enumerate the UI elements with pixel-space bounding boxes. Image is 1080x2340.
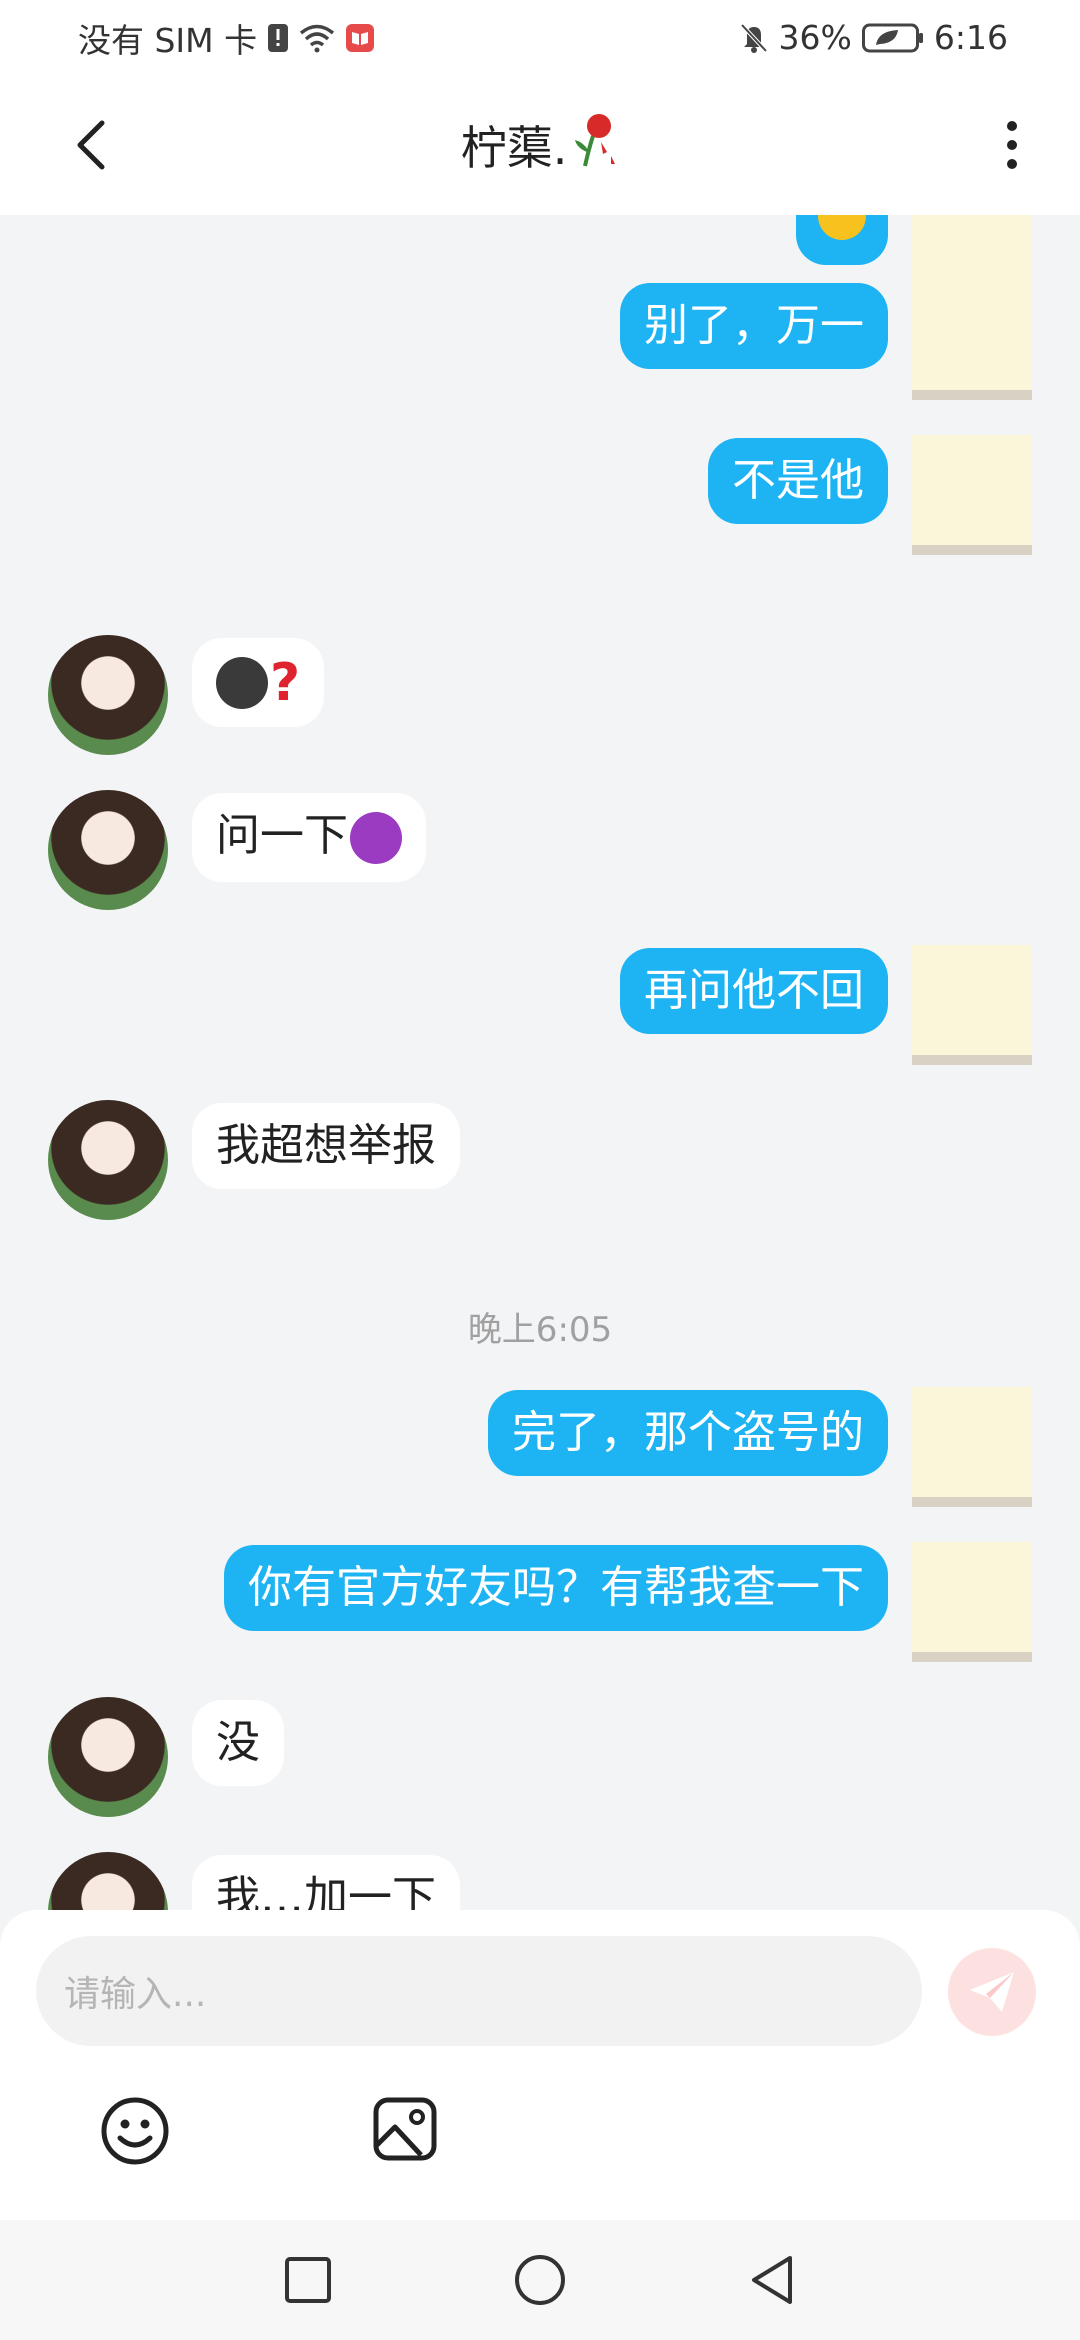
message-in: 我超想举报 [48, 1100, 460, 1220]
message-timestamp: 晚上6:05 [467, 1310, 613, 1350]
square-icon [285, 2257, 331, 2303]
image-icon [373, 2097, 437, 2161]
my-avatar[interactable] [912, 1387, 1032, 1507]
mute-bell-icon [739, 22, 769, 54]
smiley-icon [101, 2097, 169, 2165]
message-text: 问一下 [216, 810, 348, 861]
status-right: 36% 6:16 [739, 18, 1008, 57]
message-in: 没 [48, 1697, 284, 1817]
message-input[interactable]: 请输入... [36, 1936, 922, 2046]
angry-devil-emoji-icon [350, 812, 402, 864]
battery-icon [861, 23, 924, 53]
red-question-mark-emoji-icon: ? [270, 653, 301, 713]
chevron-left-icon [77, 120, 105, 170]
message-out: 别了，万一 [620, 280, 1032, 400]
contact-avatar[interactable] [48, 1852, 168, 1910]
more-options-button[interactable] [984, 113, 1040, 177]
message-bubble[interactable]: 完了，那个盗号的 [488, 1390, 888, 1476]
message-bubble[interactable] [796, 215, 888, 265]
message-in: 问一下 [48, 790, 426, 910]
chat-header: 柠蕖. [0, 75, 1080, 215]
book-app-icon [345, 23, 375, 53]
sad-face-emoji-icon [818, 215, 866, 240]
recents-button[interactable] [278, 2250, 338, 2310]
image-button[interactable] [372, 2096, 438, 2162]
contact-name: 柠蕖. [460, 121, 568, 175]
message-out: 完了，那个盗号的 [488, 1387, 1032, 1507]
clock: 6:16 [933, 18, 1008, 57]
message-bubble[interactable]: 再问他不回 [620, 948, 888, 1034]
triangle-back-icon [752, 2256, 792, 2304]
message-out: 再问他不回 [620, 945, 1032, 1065]
smirk-dark-face-emoji-icon [216, 657, 268, 709]
status-left: 没有 SIM 卡 [78, 14, 375, 62]
message-out: 不是他 [708, 435, 1032, 555]
vertical-dots-icon [1007, 121, 1017, 169]
back-button[interactable] [60, 113, 124, 177]
system-nav-bar [0, 2220, 1080, 2340]
status-bar: 没有 SIM 卡 36% 6:16 [0, 0, 1080, 75]
composer: 请输入... [0, 1910, 1080, 2220]
message-bubble[interactable]: 不是他 [708, 438, 888, 524]
message-list[interactable]: 别了，万一 不是他 ? 问一下 再问他不回 我超想举报 晚上6:05 完了，那个… [0, 215, 1080, 1910]
message-bubble[interactable]: 没 [192, 1700, 284, 1786]
paper-plane-icon [970, 1972, 1014, 2012]
my-avatar[interactable] [912, 435, 1032, 555]
my-avatar[interactable] [912, 945, 1032, 1065]
message-bubble[interactable]: 我超想举报 [192, 1103, 460, 1189]
contact-avatar[interactable] [48, 1100, 168, 1220]
input-placeholder: 请输入... [64, 1974, 207, 2015]
message-bubble[interactable]: ? [192, 638, 325, 727]
chat-title: 柠蕖. [461, 112, 620, 179]
emoji-button[interactable] [100, 2096, 170, 2166]
message-in: 我…加一下 [48, 1852, 460, 1910]
sim-alert-icon [267, 23, 289, 53]
send-button[interactable] [948, 1948, 1036, 2036]
message-bubble[interactable]: 问一下 [192, 793, 426, 882]
contact-avatar[interactable] [48, 1697, 168, 1817]
message-out: 你有官方好友吗？有帮我查一下 [224, 1542, 1032, 1662]
circle-icon [515, 2255, 565, 2305]
my-avatar[interactable] [912, 280, 1032, 400]
message-bubble[interactable]: 我…加一下 [192, 1855, 460, 1910]
back-nav-button[interactable] [742, 2250, 802, 2310]
message-bubble[interactable]: 你有官方好友吗？有帮我查一下 [224, 1545, 888, 1631]
message-bubble[interactable]: 别了，万一 [620, 283, 888, 369]
contact-avatar[interactable] [48, 635, 168, 755]
my-avatar[interactable] [912, 1542, 1032, 1662]
carrier-text: 没有 SIM 卡 [78, 20, 258, 60]
battery-percent: 36% [778, 18, 852, 57]
message-in: ? [48, 635, 325, 755]
contact-avatar[interactable] [48, 790, 168, 910]
wifi-icon [299, 23, 335, 53]
home-button[interactable] [510, 2250, 570, 2310]
wilted-rose-icon [571, 112, 619, 179]
